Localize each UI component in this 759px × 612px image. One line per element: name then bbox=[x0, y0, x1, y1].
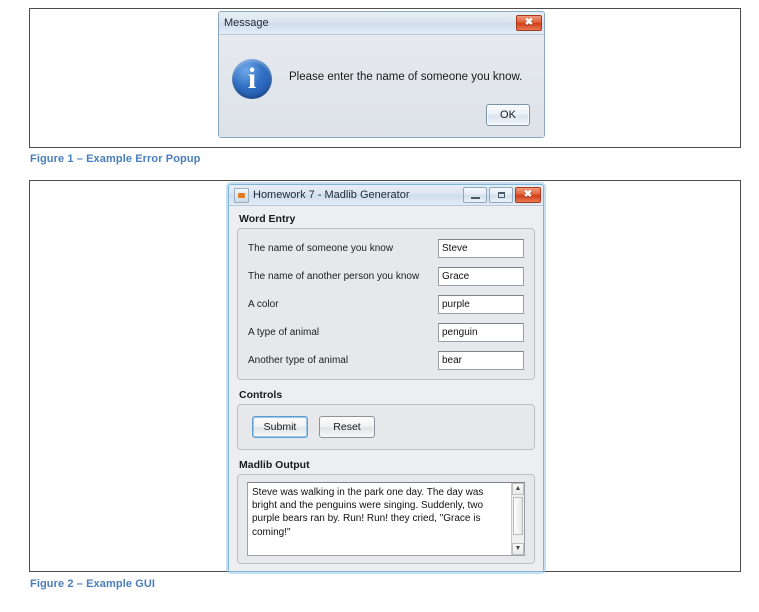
entry-label: Another type of animal bbox=[248, 354, 349, 366]
entry-input-someone-you-know[interactable]: Steve bbox=[438, 238, 524, 258]
scroll-down-icon[interactable]: ▼ bbox=[512, 543, 524, 555]
entry-input-color[interactable]: purple bbox=[438, 294, 524, 314]
minimize-icon[interactable] bbox=[463, 187, 487, 203]
entry-row: The name of another person you know Grac… bbox=[248, 265, 524, 287]
madlib-output-label: Madlib Output bbox=[239, 459, 310, 471]
close-icon[interactable]: ✖ bbox=[515, 187, 541, 203]
entry-label: A type of animal bbox=[248, 326, 320, 338]
entry-input-another-animal[interactable]: bear bbox=[438, 350, 524, 370]
madlib-generator-window[interactable]: Homework 7 - Madlib Generator ✖ Word Ent… bbox=[228, 184, 544, 572]
scroll-up-icon[interactable]: ▲ bbox=[512, 483, 524, 495]
figure-1-caption: Figure 1 – Example Error Popup bbox=[30, 153, 201, 165]
controls-button-group: Submit Reset bbox=[252, 416, 375, 438]
entry-input-animal[interactable]: penguin bbox=[438, 322, 524, 342]
controls-panel: Submit Reset bbox=[237, 404, 535, 450]
word-entry-panel: The name of someone you know Steve The n… bbox=[237, 228, 535, 380]
reset-button[interactable]: Reset bbox=[319, 416, 375, 438]
madlib-window-buttons: ✖ bbox=[463, 187, 541, 203]
madlib-titlebar[interactable]: Homework 7 - Madlib Generator ✖ bbox=[229, 185, 543, 206]
entry-row: A type of animal penguin bbox=[248, 321, 524, 343]
madlib-output-text: Steve was walking in the park one day. T… bbox=[252, 487, 484, 538]
controls-label: Controls bbox=[239, 389, 283, 401]
info-icon: i bbox=[232, 59, 272, 99]
app-icon bbox=[234, 187, 249, 203]
madlib-output-panel: Steve was walking in the park one day. T… bbox=[237, 474, 535, 564]
message-dialog-titlebar[interactable]: Message ✖ bbox=[219, 12, 544, 35]
message-dialog-window[interactable]: Message ✖ i Please enter the name of som… bbox=[218, 11, 545, 138]
message-dialog-body: i Please enter the name of someone you k… bbox=[219, 35, 544, 137]
close-glyph: ✖ bbox=[524, 17, 534, 28]
output-scrollbar[interactable]: ▲ ▼ bbox=[511, 483, 524, 555]
maximize-icon[interactable] bbox=[489, 187, 513, 203]
entry-row: The name of someone you know Steve bbox=[248, 237, 524, 259]
close-icon[interactable]: ✖ bbox=[516, 15, 542, 31]
dialog-message-text: Please enter the name of someone you kno… bbox=[289, 71, 523, 83]
entry-row: A color purple bbox=[248, 293, 524, 315]
madlib-client-area: Word Entry The name of someone you know … bbox=[229, 206, 543, 571]
word-entry-label: Word Entry bbox=[239, 213, 296, 225]
close-glyph: ✖ bbox=[523, 189, 533, 200]
madlib-output-textarea[interactable]: Steve was walking in the park one day. T… bbox=[247, 482, 525, 556]
entry-row: Another type of animal bear bbox=[248, 349, 524, 371]
message-dialog-title: Message bbox=[224, 17, 269, 29]
submit-button[interactable]: Submit bbox=[252, 416, 308, 438]
entry-label: A color bbox=[248, 298, 279, 310]
info-icon-glyph: i bbox=[247, 62, 257, 95]
message-dialog-window-buttons: ✖ bbox=[516, 15, 542, 31]
figure-2-caption: Figure 2 – Example GUI bbox=[30, 578, 156, 590]
madlib-window-title: Homework 7 - Madlib Generator bbox=[253, 189, 410, 201]
scrollbar-thumb[interactable] bbox=[513, 497, 523, 535]
entry-input-another-person[interactable]: Grace bbox=[438, 266, 524, 286]
ok-button[interactable]: OK bbox=[486, 104, 530, 126]
entry-label: The name of another person you know bbox=[248, 270, 420, 282]
entry-label: The name of someone you know bbox=[248, 242, 394, 254]
